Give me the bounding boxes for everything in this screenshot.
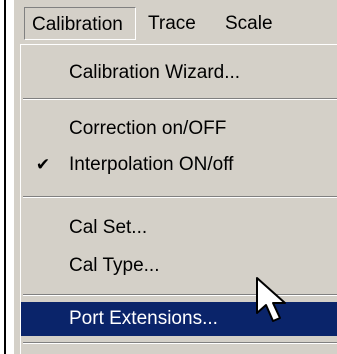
menu-separator xyxy=(23,196,337,198)
left-window-edge xyxy=(4,0,6,354)
menu-item-correction[interactable]: Correction on/OFF xyxy=(21,112,337,146)
menu-item-label: Cal Type... xyxy=(69,255,160,276)
menu-item-label: Port Extensions... xyxy=(69,308,218,329)
menu-separator xyxy=(23,98,337,100)
menu-item-label: Correction on/OFF xyxy=(69,118,227,139)
checkmark-icon: ✔ xyxy=(35,155,51,174)
menu-bar: Calibration Trace Scale xyxy=(14,0,337,48)
menu-item-cal-set[interactable]: Cal Set... xyxy=(21,211,337,245)
menu-trace[interactable]: Trace xyxy=(141,7,215,40)
menu-calibration[interactable]: Calibration xyxy=(24,7,136,40)
menu-item-label: Calibration Wizard... xyxy=(69,62,241,83)
menu-scale[interactable]: Scale xyxy=(218,7,318,40)
menu-item-interpolation[interactable]: ✔ Interpolation ON/off xyxy=(21,148,337,182)
menu-item-label: Cal Set... xyxy=(69,217,148,238)
menu-item-calibration-wizard[interactable]: Calibration Wizard... xyxy=(21,56,337,90)
mouse-pointer-icon xyxy=(256,277,286,322)
menu-separator xyxy=(23,342,337,344)
menu-item-label: Interpolation ON/off xyxy=(69,154,234,175)
